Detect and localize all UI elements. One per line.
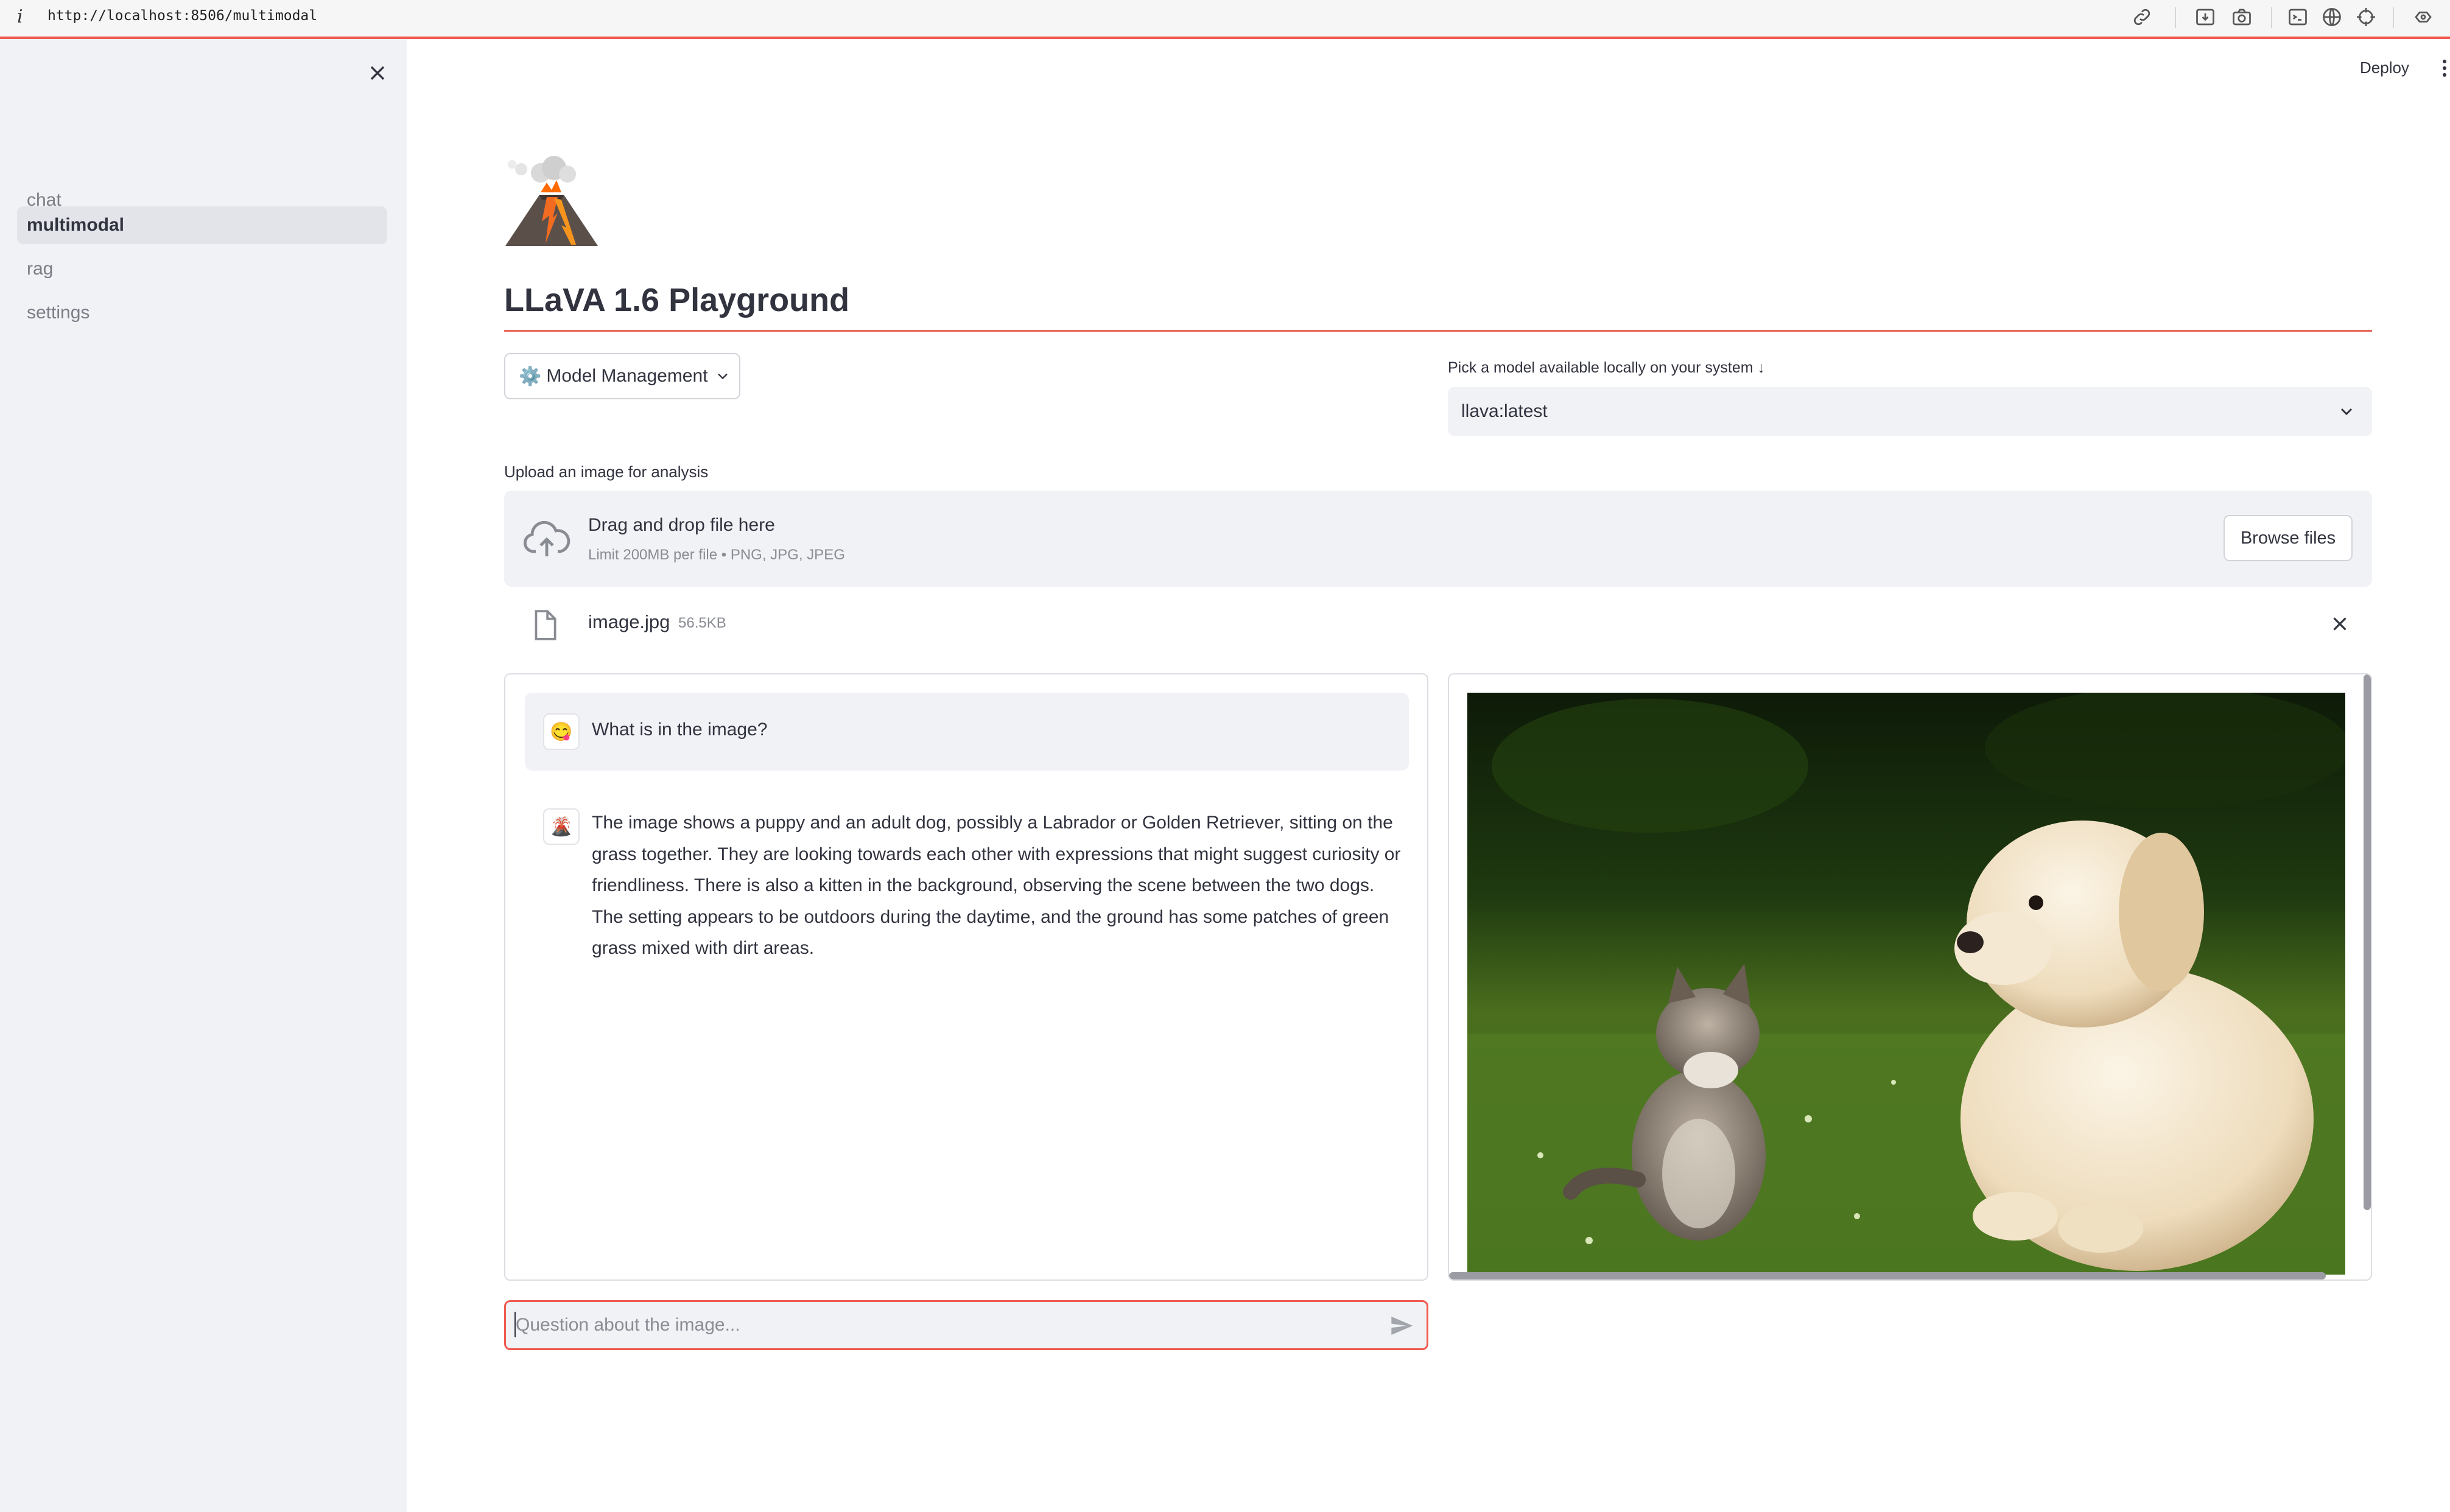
info-icon[interactable]: i	[17, 6, 23, 27]
horizontal-scrollbar[interactable]	[1449, 1272, 2326, 1279]
text-cursor	[514, 1312, 516, 1337]
toolbar-separator	[2271, 7, 2272, 28]
chevron-down-icon	[717, 373, 728, 380]
toolbar-separator	[2175, 7, 2176, 28]
browser-toolbar: i http://localhost:8506/multimodal	[0, 0, 2450, 39]
chevron-down-icon	[2340, 408, 2353, 416]
chat-message-text: What is in the image?	[592, 719, 768, 740]
sidebar-item-rag[interactable]: rag	[17, 250, 387, 288]
model-select[interactable]: llava:latest	[1448, 387, 2372, 436]
camera-icon[interactable]	[2231, 6, 2253, 28]
chat-message-user: 😋 What is in the image?	[525, 693, 1409, 771]
puppy-kitten-photo	[1467, 693, 2345, 1275]
file-icon	[535, 610, 556, 640]
link-icon[interactable]	[2131, 6, 2153, 28]
toolbar-separator	[2393, 7, 2394, 28]
assistant-avatar: 🌋	[543, 808, 580, 845]
dropzone-limit: Limit 200MB per file • PNG, JPG, JPEG	[588, 547, 845, 563]
send-icon[interactable]	[1389, 1314, 1414, 1338]
chat-message-text: The image shows a puppy and an adult dog…	[592, 813, 1401, 958]
upload-label: Upload an image for analysis	[504, 463, 709, 481]
browse-files-button[interactable]: Browse files	[2224, 515, 2353, 561]
terminal-icon[interactable]	[2287, 6, 2309, 28]
gear-icon: ⚙️	[519, 366, 542, 387]
file-name: image.jpg	[588, 611, 670, 632]
crosshair-icon[interactable]	[2355, 6, 2377, 28]
file-dropzone[interactable]: Drag and drop file here Limit 200MB per …	[504, 491, 2372, 587]
model-management-label: Model Management	[546, 366, 708, 386]
globe-icon[interactable]	[2321, 6, 2343, 28]
model-select-value: llava:latest	[1461, 401, 1548, 421]
download-icon[interactable]	[2194, 6, 2216, 28]
main-menu-icon[interactable]	[2443, 60, 2449, 78]
close-sidebar-icon[interactable]	[365, 61, 390, 85]
extension-icon[interactable]	[2412, 6, 2434, 28]
user-avatar: 😋	[543, 713, 580, 750]
title-divider	[504, 330, 2372, 332]
file-size: 56.5KB	[678, 615, 726, 631]
sidebar-item-multimodal[interactable]: multimodal	[17, 206, 387, 244]
remove-file-icon[interactable]	[2328, 612, 2351, 635]
chat-container[interactable]: 😋 What is in the image? 🌋 The image show…	[504, 673, 1428, 1281]
dropzone-title: Drag and drop file here	[588, 515, 775, 535]
address-bar[interactable]: http://localhost:8506/multimodal	[47, 8, 317, 24]
volcano-icon	[503, 155, 600, 250]
page-title: LLaVA 1.6 Playground	[504, 282, 850, 318]
model-picker-label: Pick a model available locally on your s…	[1448, 359, 1766, 376]
deploy-button[interactable]: Deploy	[2360, 58, 2409, 77]
cloud-upload-icon	[523, 520, 570, 556]
vertical-scrollbar[interactable]	[2364, 674, 2371, 1210]
image-preview-container[interactable]	[1448, 673, 2372, 1281]
sidebar-item-settings[interactable]: settings	[17, 294, 387, 332]
model-management-button[interactable]: ⚙️ Model Management	[504, 353, 740, 399]
sidebar: chat multimodal rag settings	[0, 39, 407, 1512]
question-input[interactable]	[504, 1300, 1428, 1350]
